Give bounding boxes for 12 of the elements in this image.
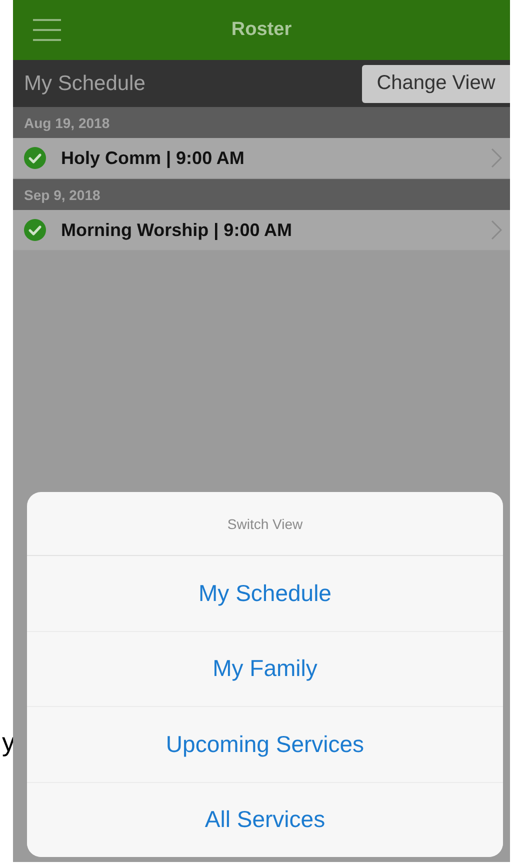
service-title: Holy Comm | 9:00 AM [61, 148, 246, 168]
chevron-icon [491, 148, 502, 168]
menu-icon[interactable] [33, 19, 61, 41]
schedule-row[interactable]: Holy Comm | 9:00 AM [13, 138, 510, 179]
schedule-row[interactable]: Morning Worship | 9:00 AM [13, 210, 510, 251]
screen-title: Roster [230, 19, 293, 41]
view-title: My Schedule [24, 72, 146, 96]
service-title: Morning Worship | 9:00 AM [61, 220, 294, 240]
date-header: Sep 9, 2018 [13, 179, 510, 210]
chevron-icon [491, 220, 502, 240]
date-header: Aug 19, 2018 [13, 107, 510, 138]
change-view-button[interactable]: Change View [362, 64, 510, 102]
